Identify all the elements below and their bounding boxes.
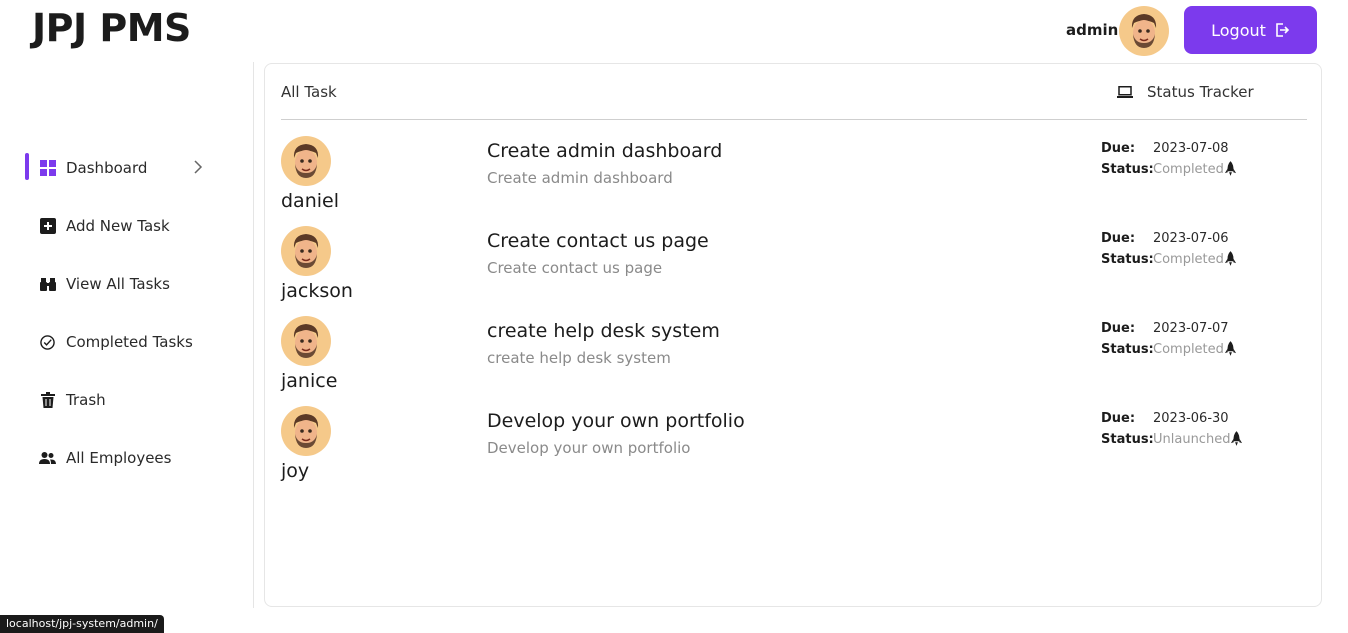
laptop-icon bbox=[1117, 86, 1133, 98]
rocket-icon bbox=[1224, 341, 1237, 356]
logout-label: Logout bbox=[1211, 20, 1266, 40]
employee-name: janice bbox=[281, 370, 338, 392]
people-icon bbox=[39, 450, 56, 467]
task-meta: Due: 2023-07-08 Status:Completed bbox=[1101, 138, 1237, 180]
employee-avatar bbox=[281, 316, 331, 366]
task-meta: Due: 2023-07-06 Status:Completed bbox=[1101, 228, 1237, 270]
due-label: Due: bbox=[1101, 231, 1136, 246]
status-value: Completed bbox=[1153, 252, 1224, 267]
current-user-name: admin bbox=[1066, 21, 1119, 39]
employee-avatar bbox=[281, 226, 331, 276]
plus-square-icon bbox=[39, 218, 56, 235]
link-status-bar: localhost/jpj-system/admin/ bbox=[0, 615, 164, 633]
task-row[interactable]: joy Develop your own portfolio Develop y… bbox=[281, 406, 1307, 496]
sidebar-item-trash[interactable]: Trash bbox=[0, 382, 253, 418]
task-title[interactable]: Create admin dashboard bbox=[487, 140, 722, 162]
sidebar-item-label: All Employees bbox=[66, 449, 172, 467]
sidebar-item-add-new-task[interactable]: Add New Task bbox=[0, 208, 253, 244]
sidebar-item-label: Add New Task bbox=[66, 217, 170, 235]
employee-avatar bbox=[281, 406, 331, 456]
task-description: Develop your own portfolio bbox=[487, 439, 691, 457]
due-date: 2023-07-07 bbox=[1153, 321, 1229, 336]
due-date: 2023-06-30 bbox=[1153, 411, 1229, 426]
task-meta: Due: 2023-06-30 Status:Unlaunched bbox=[1101, 408, 1243, 450]
due-label: Due: bbox=[1101, 321, 1136, 336]
employee-name: daniel bbox=[281, 190, 339, 212]
task-row[interactable]: jackson Create contact us page Create co… bbox=[281, 226, 1307, 316]
task-title[interactable]: create help desk system bbox=[487, 320, 720, 342]
brand-logo[interactable]: JPJ PMS bbox=[32, 6, 191, 50]
task-row[interactable]: daniel Create admin dashboard Create adm… bbox=[281, 136, 1307, 226]
sidebar-item-view-all-tasks[interactable]: View All Tasks bbox=[0, 266, 253, 302]
employee-avatar bbox=[281, 136, 331, 186]
task-row[interactable]: janice create help desk system create he… bbox=[281, 316, 1307, 406]
due-date: 2023-07-08 bbox=[1153, 141, 1229, 156]
status-label: Status: bbox=[1101, 432, 1154, 447]
task-meta: Due: 2023-07-07 Status:Completed bbox=[1101, 318, 1237, 360]
sidebar-item-label: Completed Tasks bbox=[66, 333, 193, 351]
sidebar-item-dashboard[interactable]: Dashboard bbox=[0, 150, 253, 186]
status-label: Status: bbox=[1101, 252, 1154, 267]
status-tracker-header: Status Tracker bbox=[1117, 83, 1254, 101]
task-description: create help desk system bbox=[487, 349, 671, 367]
sidebar-item-completed-tasks[interactable]: Completed Tasks bbox=[0, 324, 253, 360]
task-panel: All Task Status Tracker daniel Create ad… bbox=[264, 63, 1322, 607]
sidebar-item-label: Trash bbox=[66, 391, 106, 409]
due-label: Due: bbox=[1101, 411, 1136, 426]
status-label: Status: bbox=[1101, 162, 1154, 177]
sidebar-item-all-employees[interactable]: All Employees bbox=[0, 440, 253, 476]
sidebar: Dashboard Add New Task View All Tasks Co… bbox=[0, 62, 254, 608]
chevron-right-icon bbox=[193, 159, 203, 178]
task-description: Create admin dashboard bbox=[487, 169, 673, 187]
panel-title: All Task bbox=[281, 83, 337, 101]
rocket-icon bbox=[1224, 161, 1237, 176]
status-label: Status: bbox=[1101, 342, 1154, 357]
task-description: Create contact us page bbox=[487, 259, 663, 277]
top-header: JPJ PMS admin Logout bbox=[0, 0, 1348, 62]
status-value: Completed bbox=[1153, 342, 1224, 357]
panel-header: All Task Status Tracker bbox=[281, 64, 1307, 120]
due-label: Due: bbox=[1101, 141, 1136, 156]
rocket-icon bbox=[1224, 251, 1237, 266]
active-indicator bbox=[25, 153, 29, 180]
logout-icon bbox=[1276, 23, 1290, 37]
grid-icon bbox=[39, 160, 56, 177]
logout-button[interactable]: Logout bbox=[1184, 6, 1317, 54]
trash-icon bbox=[39, 392, 56, 409]
status-tracker-label: Status Tracker bbox=[1147, 83, 1254, 101]
status-value: Completed bbox=[1153, 162, 1224, 177]
check-circle-icon bbox=[39, 334, 56, 351]
user-avatar[interactable] bbox=[1119, 6, 1169, 56]
task-title[interactable]: Create contact us page bbox=[487, 230, 709, 252]
task-title[interactable]: Develop your own portfolio bbox=[487, 410, 745, 432]
status-value: Unlaunched bbox=[1153, 432, 1231, 447]
rocket-icon bbox=[1230, 431, 1243, 446]
binoculars-icon bbox=[39, 276, 56, 293]
sidebar-item-label: View All Tasks bbox=[66, 275, 170, 293]
due-date: 2023-07-06 bbox=[1153, 231, 1229, 246]
employee-name: jackson bbox=[281, 280, 353, 302]
sidebar-item-label: Dashboard bbox=[66, 159, 148, 177]
employee-name: joy bbox=[281, 460, 310, 482]
